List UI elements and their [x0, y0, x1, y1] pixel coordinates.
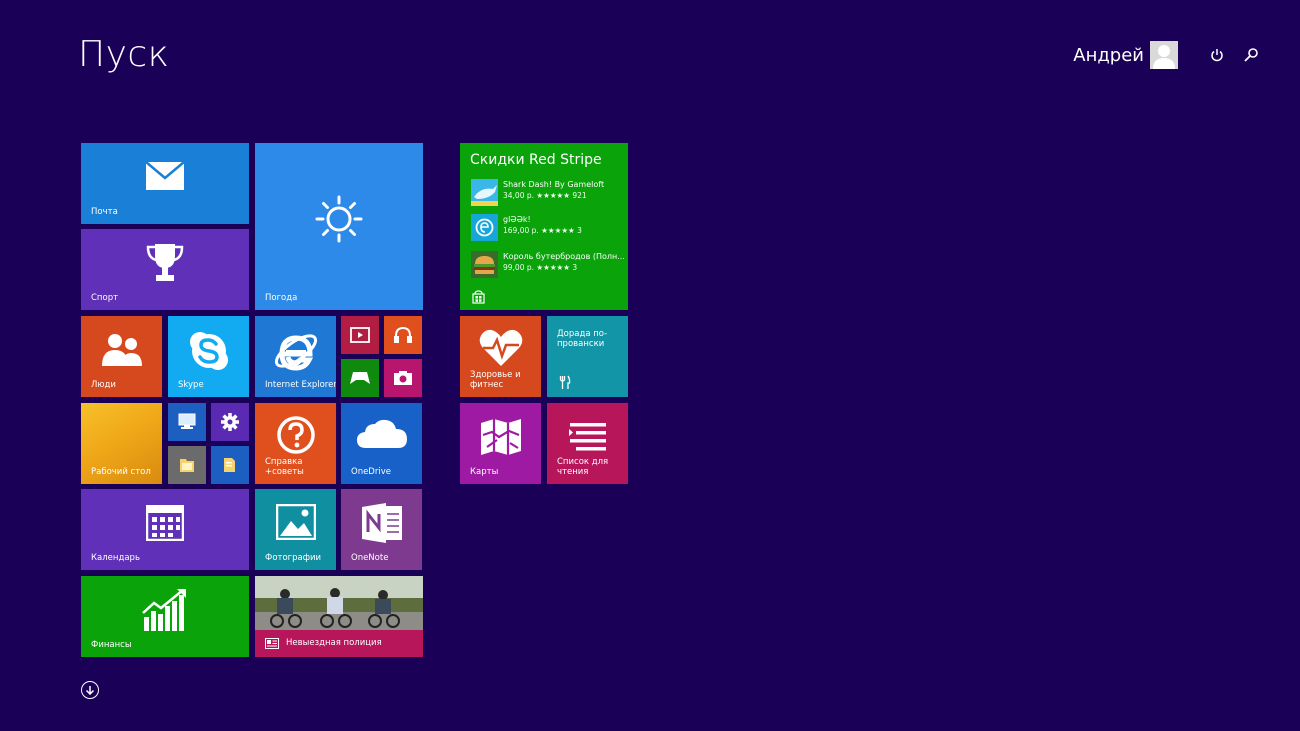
- sun-icon: [315, 195, 363, 243]
- store-item[interactable]: glƏƏk! 169,00 р. ★★★★★ 3: [471, 214, 621, 242]
- tile-health[interactable]: Здоровье и фитнес: [460, 316, 541, 397]
- tile-weather[interactable]: Погода: [255, 143, 423, 310]
- tile-onedrive[interactable]: OneDrive: [341, 403, 422, 484]
- tile-file-explorer[interactable]: [168, 446, 206, 484]
- tile-label: Календарь: [91, 553, 140, 563]
- store-title: Скидки Red Stripe: [470, 152, 602, 168]
- all-apps-button[interactable]: [81, 681, 99, 699]
- tile-news[interactable]: Невыездная полиция: [255, 576, 423, 657]
- store-item-price: 34,00 р. ★★★★★ 921: [503, 191, 587, 200]
- start-title: Пуск: [78, 34, 170, 75]
- tile-label: Список для чтения: [557, 457, 609, 477]
- store-item-price: 99,00 р. ★★★★★ 3: [503, 263, 578, 272]
- tile-food[interactable]: Дорада по-провански: [547, 316, 628, 397]
- internet-explorer-icon: [274, 334, 317, 371]
- map-icon: [480, 419, 521, 455]
- store-item-price: 169,00 р. ★★★★★ 3: [503, 226, 582, 235]
- question-icon: [276, 416, 315, 454]
- shark-app-icon: [471, 179, 498, 206]
- gleek-app-icon: [471, 214, 498, 241]
- tile-settings[interactable]: [211, 403, 249, 441]
- tile-people[interactable]: Люди: [81, 316, 162, 397]
- tile-label: Спорт: [91, 293, 119, 303]
- onenote-icon: [361, 503, 402, 543]
- tile-label: Погода: [265, 293, 298, 303]
- tile-onenote[interactable]: OneNote: [341, 489, 422, 570]
- folder-icon: [180, 459, 194, 472]
- store-item-name: glƏƏk!: [503, 215, 531, 224]
- power-button[interactable]: [1204, 42, 1230, 68]
- video-icon: [350, 327, 370, 343]
- tile-this-pc[interactable]: [168, 403, 206, 441]
- tile-label: OneNote: [351, 553, 389, 563]
- tile-label: Дорада по-провански: [557, 329, 608, 349]
- gamepad-icon: [350, 372, 370, 384]
- tile-label: Карты: [470, 467, 499, 477]
- tile-video[interactable]: [341, 316, 379, 354]
- people-icon: [101, 334, 142, 366]
- tile-games[interactable]: [341, 359, 379, 397]
- document-folder-icon: [224, 458, 235, 472]
- store-item-name: Shark Dash! By Gameloft: [503, 180, 605, 189]
- tile-music[interactable]: [384, 316, 422, 354]
- user-name[interactable]: Андрей: [1073, 45, 1144, 66]
- camera-icon: [394, 371, 412, 385]
- tile-label: Невыездная полиция: [286, 638, 382, 648]
- tile-label: Фотографии: [265, 553, 322, 563]
- tile-label: Skype: [178, 380, 204, 390]
- tile-reading-list[interactable]: Список для чтения: [547, 403, 628, 484]
- reading-list-icon: [568, 423, 606, 451]
- user-area: Андрей: [1073, 40, 1264, 70]
- tile-sport[interactable]: Спорт: [81, 229, 249, 310]
- tile-finance[interactable]: Финансы: [81, 576, 249, 657]
- tile-label: Люди: [91, 380, 116, 390]
- photo-icon: [275, 504, 316, 540]
- store-item-name: Король бутербродов (Полн...: [503, 252, 625, 261]
- store-item[interactable]: Король бутербродов (Полн... 99,00 р. ★★★…: [471, 251, 625, 279]
- skype-icon: [189, 332, 228, 370]
- mail-icon: [145, 161, 185, 190]
- tile-photos[interactable]: Фотографии: [255, 489, 336, 570]
- tile-desktop[interactable]: Рабочий стол: [81, 403, 162, 484]
- tile-documents[interactable]: [211, 446, 249, 484]
- tile-label: Здоровье и фитнес: [470, 370, 521, 390]
- tile-label: Финансы: [91, 640, 132, 650]
- newspaper-icon: [265, 638, 279, 649]
- tile-label: Рабочий стол: [91, 467, 151, 477]
- user-avatar-icon: [1153, 45, 1175, 69]
- calendar-icon: [146, 505, 184, 541]
- fork-knife-icon: [559, 375, 571, 389]
- tile-mail[interactable]: Почта: [81, 143, 249, 224]
- tile-help[interactable]: Справка +советы: [255, 403, 336, 484]
- gear-icon: [221, 413, 239, 431]
- store-bag-icon: [472, 290, 485, 304]
- arrow-down-icon: [85, 686, 95, 695]
- news-photo: [255, 576, 423, 630]
- tile-internet-explorer[interactable]: Internet Explorer: [255, 316, 336, 397]
- tile-label: Internet Explorer: [265, 380, 336, 390]
- cloud-icon: [356, 419, 407, 448]
- power-icon: [1211, 49, 1223, 62]
- tile-store[interactable]: Скидки Red Stripe Shark Dash! By Gamelof…: [460, 143, 628, 310]
- tile-calendar[interactable]: Календарь: [81, 489, 249, 570]
- headphones-icon: [394, 326, 412, 343]
- store-item[interactable]: Shark Dash! By Gameloft 34,00 р. ★★★★★ 9…: [471, 179, 621, 207]
- tile-label: Справка +советы: [265, 457, 304, 477]
- tile-label: OneDrive: [351, 467, 391, 477]
- heart-icon: [479, 329, 522, 366]
- tile-camera[interactable]: [384, 359, 422, 397]
- computer-icon: [178, 413, 196, 429]
- tile-maps[interactable]: Карты: [460, 403, 541, 484]
- chart-icon: [142, 589, 186, 631]
- avatar[interactable]: [1150, 41, 1178, 69]
- burger-app-icon: [471, 251, 498, 278]
- trophy-icon: [146, 244, 184, 281]
- search-button[interactable]: [1238, 42, 1264, 68]
- tile-skype[interactable]: Skype: [168, 316, 249, 397]
- tile-label: Почта: [91, 207, 118, 217]
- search-icon: [1244, 48, 1258, 62]
